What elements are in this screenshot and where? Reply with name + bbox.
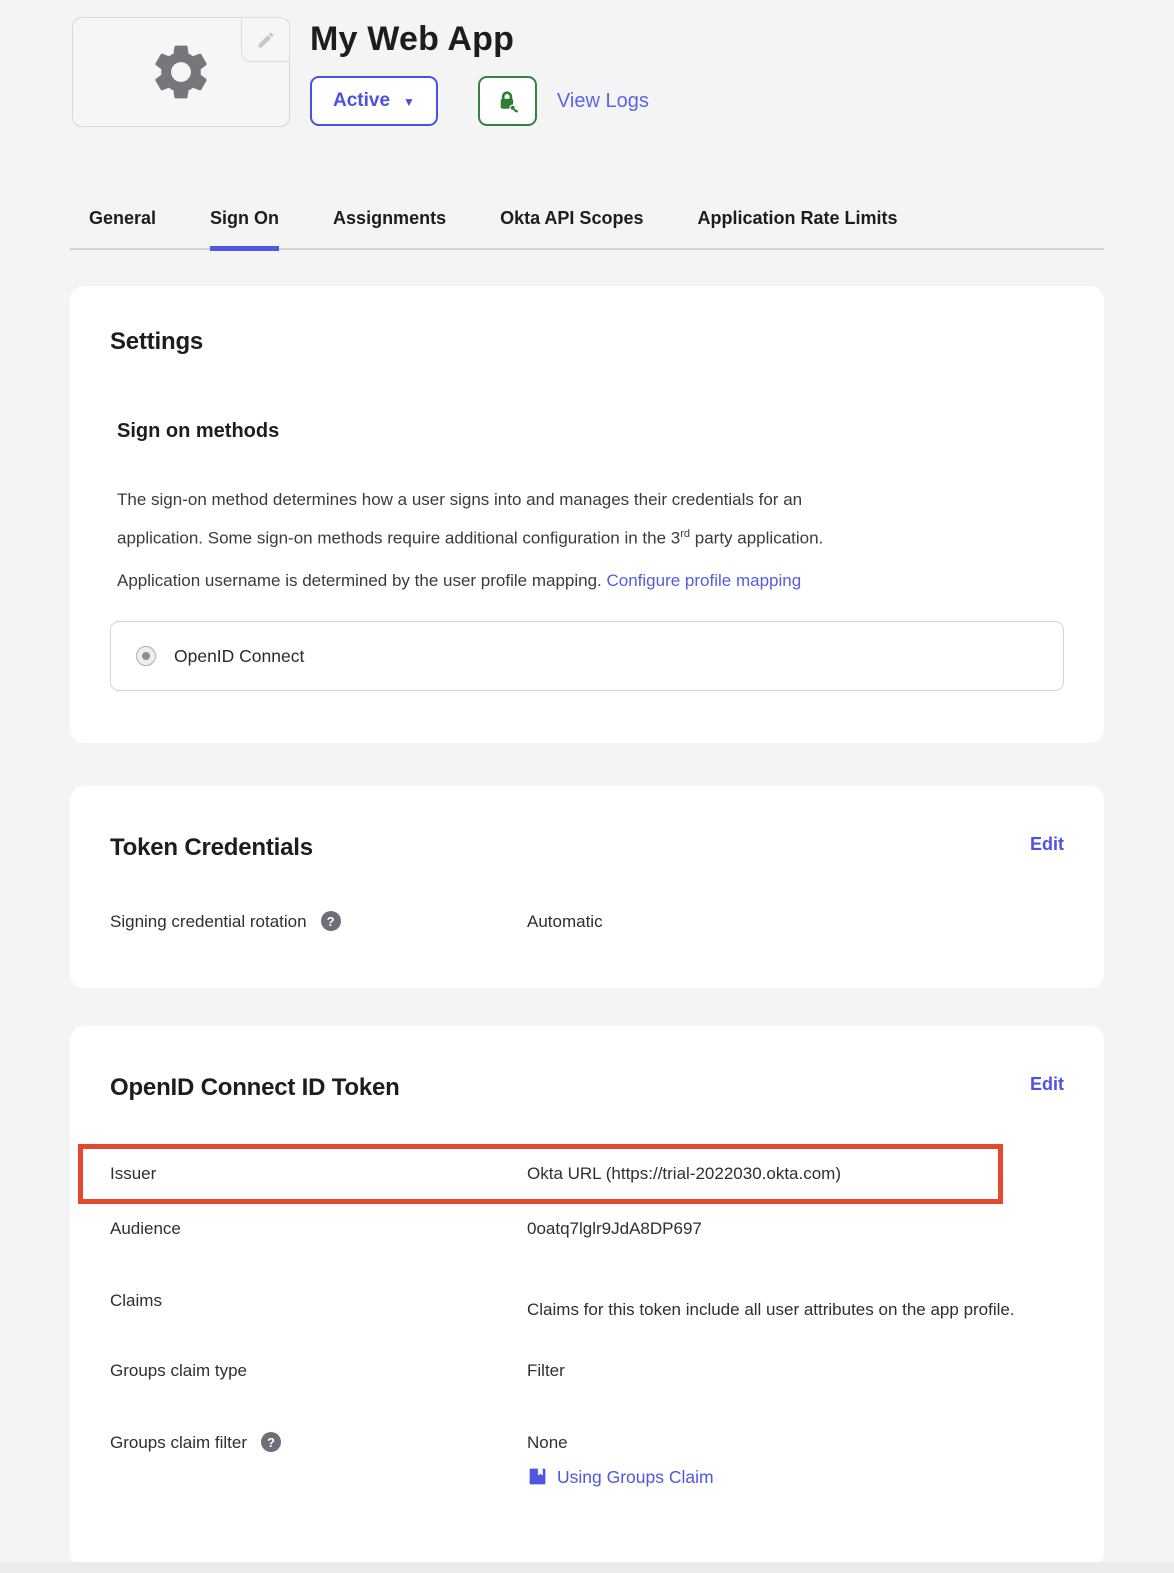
issuer-value: Okta URL (https://trial-2022030.okta.com… <box>527 1164 1064 1184</box>
row-label: Audience <box>110 1219 181 1239</box>
audience-value: 0oatq7lglr9JdA8DP697 <box>527 1219 1064 1239</box>
issuer-row: Issuer Okta URL (https://trial-2022030.o… <box>110 1164 1064 1184</box>
token-credentials-card: Token Credentials Edit Signing credentia… <box>70 786 1104 988</box>
tab-application-rate-limits[interactable]: Application Rate Limits <box>697 200 897 251</box>
sign-on-methods-heading: Sign on methods <box>117 420 1064 443</box>
status-dropdown-button[interactable]: Active ▼ <box>310 76 438 126</box>
help-icon[interactable]: ? <box>261 1432 281 1452</box>
tab-sign-on[interactable]: Sign On <box>210 200 279 251</box>
viewport-bottom-edge <box>0 1562 1174 1573</box>
tab-assignments[interactable]: Assignments <box>333 200 446 251</box>
groups-claim-filter-row: Groups claim filter ? None Using Groups … <box>110 1433 1064 1487</box>
row-label: Signing credential rotation <box>110 912 307 932</box>
radio-dot <box>142 652 150 660</box>
id-token-card: OpenID Connect ID Token Edit Issuer Okta… <box>70 1026 1104 1567</box>
openid-connect-radio[interactable] <box>136 646 156 666</box>
tab-general[interactable]: General <box>89 200 156 251</box>
lock-with-key-icon <box>494 88 521 115</box>
groups-claim-filter-value: None <box>527 1433 1064 1453</box>
pencil-icon <box>256 30 276 50</box>
openid-connect-label: OpenID Connect <box>174 646 304 667</box>
settings-title: Settings <box>110 328 1064 356</box>
view-logs-link[interactable]: View Logs <box>557 90 649 113</box>
settings-card: Settings Sign on methods The sign-on met… <box>70 286 1104 744</box>
page-title: My Web App <box>310 19 649 59</box>
username-mapping-text: Application username is determined by th… <box>117 571 1064 591</box>
app-controls: Active ▼ View Logs <box>310 76 649 126</box>
row-label: Claims <box>110 1291 162 1311</box>
signing-credential-rotation-row: Signing credential rotation ? Automatic <box>110 912 1064 932</box>
app-logo-tile <box>72 17 290 127</box>
row-label: Issuer <box>110 1164 156 1184</box>
audience-row: Audience 0oatq7lglr9JdA8DP697 <box>110 1219 1064 1239</box>
book-icon <box>527 1466 548 1487</box>
claims-value: Claims for this token include all user a… <box>527 1291 1064 1329</box>
token-credentials-edit-link[interactable]: Edit <box>1030 834 1064 855</box>
groups-claim-type-value: Filter <box>527 1361 1064 1381</box>
claims-row: Claims Claims for this token include all… <box>110 1291 1064 1329</box>
app-header: My Web App Active ▼ View Logs <box>0 17 1174 144</box>
chevron-down-icon: ▼ <box>403 95 415 109</box>
row-label: Groups claim filter <box>110 1433 247 1453</box>
help-icon[interactable]: ? <box>321 911 341 931</box>
tab-okta-api-scopes[interactable]: Okta API Scopes <box>500 200 643 251</box>
using-groups-claim-link[interactable]: Using Groups Claim <box>527 1466 1064 1487</box>
app-tabs: General Sign On Assignments Okta API Sco… <box>70 200 1104 250</box>
configure-profile-mapping-link[interactable]: Configure profile mapping <box>607 571 802 590</box>
token-credentials-title: Token Credentials <box>110 834 313 862</box>
sign-on-policy-button[interactable] <box>478 76 537 126</box>
row-value: Automatic <box>527 912 1064 932</box>
sign-on-method-option: OpenID Connect <box>110 621 1064 691</box>
row-label: Groups claim type <box>110 1361 247 1381</box>
id-token-edit-link[interactable]: Edit <box>1030 1074 1064 1095</box>
edit-logo-button[interactable] <box>241 17 290 62</box>
groups-claim-type-row: Groups claim type Filter <box>110 1361 1064 1381</box>
status-label: Active <box>333 90 390 112</box>
id-token-title: OpenID Connect ID Token <box>110 1074 400 1102</box>
sign-on-methods-description: The sign-on method determines how a user… <box>117 483 1062 556</box>
